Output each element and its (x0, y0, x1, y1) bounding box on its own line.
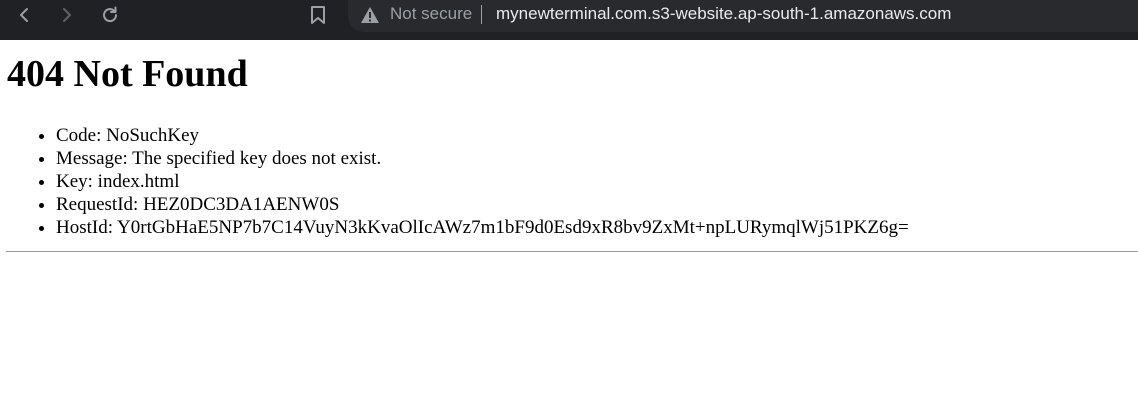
error-key-item: Key: index.html (56, 170, 909, 193)
address-bar[interactable]: Not secure mynewterminal.com.s3-website.… (348, 0, 1138, 32)
reload-icon (103, 6, 118, 23)
bookmark-button[interactable] (305, 2, 331, 28)
page-title: 404 Not Found (7, 53, 248, 95)
security-status-label[interactable]: Not secure (390, 4, 472, 24)
browser-toolbar: Not secure mynewterminal.com.s3-website.… (0, 0, 1138, 40)
bookmark-icon (311, 6, 325, 24)
divider (6, 251, 1138, 252)
back-icon (20, 8, 28, 22)
host-id-item: HostId: Y0rtGbHaE5NP7b7C14VuyN3kKvaOlIcA… (56, 216, 909, 239)
url-text[interactable]: mynewterminal.com.s3-website.ap-south-1.… (496, 4, 951, 24)
error-details-list: Code: NoSuchKey Message: The specified k… (16, 124, 909, 239)
error-message-item: Message: The specified key does not exis… (56, 147, 909, 170)
forward-icon (63, 8, 71, 22)
url-separator (481, 5, 482, 24)
request-id-item: RequestId: HEZ0DC3DA1AENW0S (56, 193, 909, 216)
back-button[interactable] (11, 2, 39, 28)
error-code-item: Code: NoSuchKey (56, 124, 909, 147)
warning-icon[interactable] (360, 5, 380, 25)
reload-button[interactable] (96, 2, 124, 28)
forward-button[interactable] (52, 2, 80, 28)
page-content: 404 Not Found Code: NoSuchKey Message: T… (0, 40, 1138, 410)
